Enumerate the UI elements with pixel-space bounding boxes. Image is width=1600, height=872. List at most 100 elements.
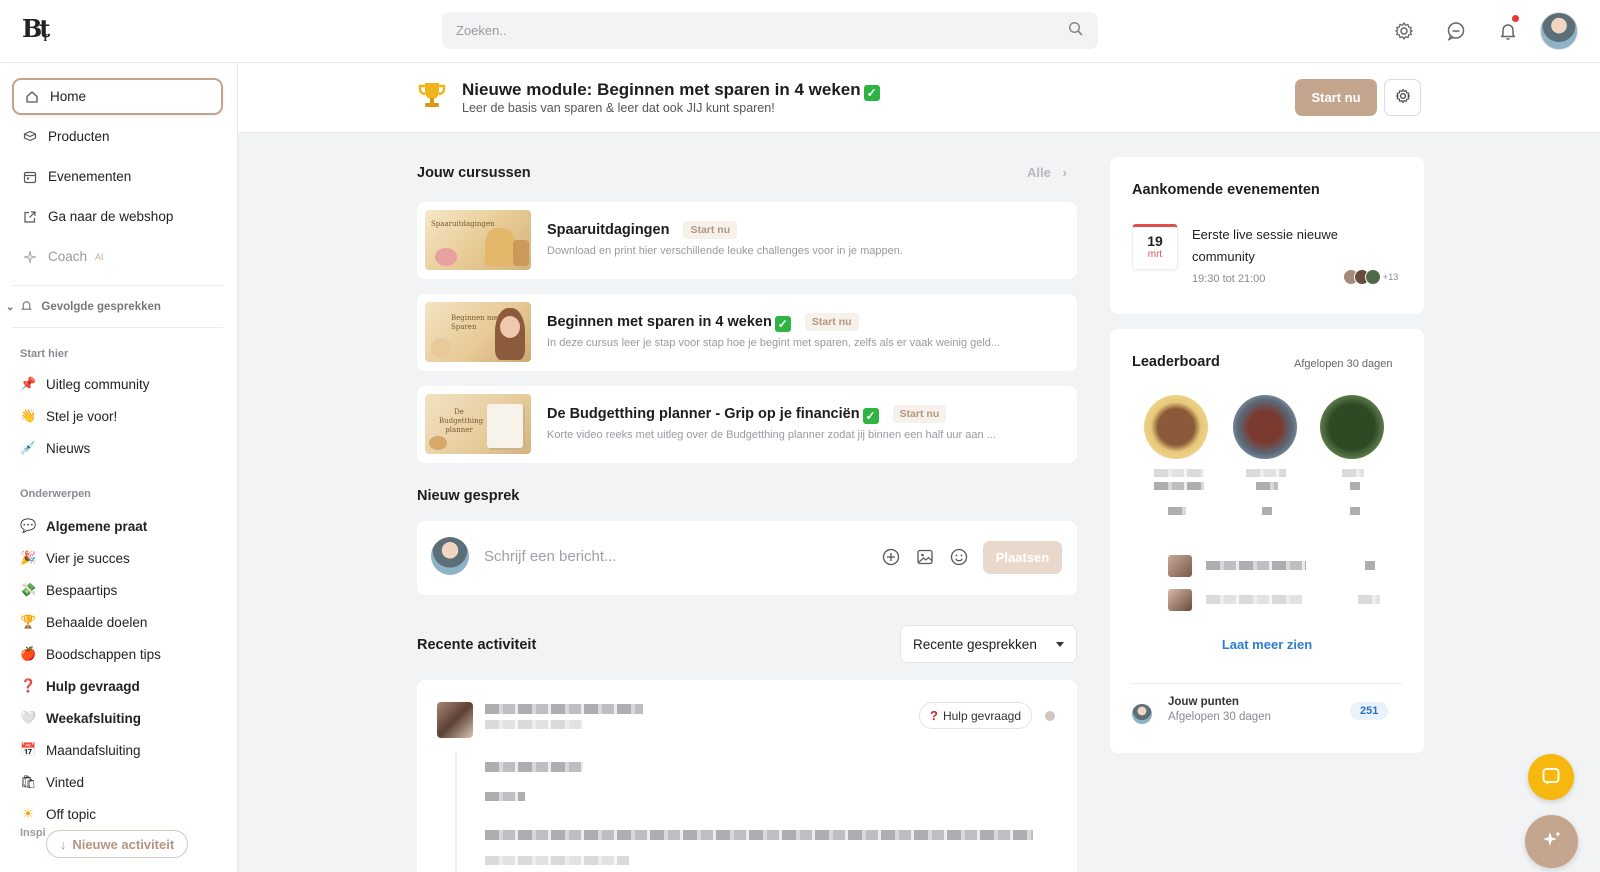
post-composer: Schrijf een bericht... Plaatsen	[417, 521, 1077, 595]
section-topics: Onderwerpen	[20, 488, 91, 500]
channel-label: Maandafsluiting	[46, 742, 141, 758]
post-status-dot	[1045, 711, 1055, 721]
channel-maandafsluiting[interactable]: 📅 Maandafsluiting	[20, 742, 141, 758]
event-title[interactable]: Eerste live sessie nieuwe community	[1192, 224, 1392, 268]
event-day: 19	[1147, 233, 1163, 249]
top-bar: Bt T	[0, 0, 1600, 63]
start-badge[interactable]: Start nu	[892, 405, 947, 423]
channel-weekafsluiting[interactable]: 🤍 Weekafsluiting	[20, 710, 141, 726]
leader-name	[1246, 469, 1286, 477]
thumbnail-text: Spaaruitdagingen	[431, 220, 495, 228]
channel-uitleg-community[interactable]: 📌 Uitleg community	[20, 376, 150, 392]
sidebar-item-webshop[interactable]: Ga naar de webshop	[12, 198, 223, 235]
all-courses-link[interactable]: Alle ›	[1027, 165, 1067, 180]
channel-hulp-gevraagd[interactable]: ❓ Hulp gevraagd	[20, 678, 140, 694]
leaderboard-card: Leaderboard Afgelopen 30 dagen Laat meer…	[1110, 329, 1424, 753]
sort-value: Recente gesprekken	[913, 636, 1037, 652]
sidebar-item-producten[interactable]: Producten	[12, 118, 223, 155]
post-button[interactable]: Plaatsen	[983, 541, 1062, 574]
channel-nieuws[interactable]: 💉 Nieuws	[20, 440, 90, 456]
speech-icon: 💬	[20, 518, 37, 533]
post-text	[485, 856, 629, 865]
course-description: Download en print hier verschillende leu…	[547, 245, 903, 257]
course-title: Spaaruitdagingen Start nu	[547, 221, 738, 239]
sidebar-item-label: Producten	[48, 129, 110, 144]
your-points-period: Afgelopen 30 dagen	[1168, 711, 1271, 723]
attendee-avatars: +13	[1343, 269, 1398, 285]
start-now-button[interactable]: Start nu	[1295, 79, 1377, 116]
channel-behaalde-doelen[interactable]: 🏆 Behaalde doelen	[20, 614, 147, 630]
channel-stel-je-voor[interactable]: 👋 Stel je voor!	[20, 408, 117, 424]
leader-avatar-3[interactable]	[1320, 395, 1384, 459]
channel-label: Off topic	[46, 806, 97, 822]
leader-row-name	[1206, 595, 1302, 604]
search-bar[interactable]	[442, 12, 1098, 49]
leader-name	[1342, 469, 1364, 477]
ai-assistant-button[interactable]	[1525, 815, 1578, 868]
course-card[interactable]: Beginnen met Sparen Beginnen met sparen …	[417, 294, 1077, 371]
sidebar-item-home[interactable]: Home	[12, 78, 223, 115]
leader-name	[1154, 469, 1204, 477]
your-points-value: 251	[1350, 702, 1389, 720]
courses-heading: Jouw cursussen	[417, 165, 531, 181]
divider	[12, 285, 223, 286]
post-title	[485, 762, 583, 772]
emoji-icon[interactable]	[950, 548, 968, 566]
search-icon[interactable]	[1068, 21, 1084, 40]
chat-bubble-icon[interactable]	[1444, 19, 1468, 43]
course-card[interactable]: Spaaruitdagingen Spaaruitdagingen Start n…	[417, 202, 1077, 279]
logo[interactable]: Bt T	[22, 14, 58, 48]
sidebar-item-label: Ga naar de webshop	[48, 209, 174, 224]
leader-name	[1256, 482, 1278, 490]
channel-off-topic[interactable]: ☀ Off topic	[20, 806, 96, 822]
course-card[interactable]: De Budgetthing planner De Budgetthing pl…	[417, 386, 1077, 463]
divider	[12, 327, 223, 328]
events-card: Aankomende evenementen 19 mrt Eerste liv…	[1110, 157, 1424, 314]
start-badge[interactable]: Start nu	[683, 221, 738, 239]
event-date: 19 mrt	[1132, 224, 1178, 270]
leader-avatar-1[interactable]	[1144, 395, 1208, 459]
followed-conversations-toggle[interactable]: ⌄ Gevolgde gesprekken	[6, 299, 161, 315]
user-avatar[interactable]	[1540, 12, 1578, 50]
check-icon: ✓	[862, 408, 879, 424]
channel-vier-je-succes[interactable]: 🎉 Vier je succes	[20, 550, 130, 566]
leader-avatar-2[interactable]	[1233, 395, 1297, 459]
bell-icon[interactable]	[1496, 15, 1520, 43]
sidebar-item-coach[interactable]: Coach AI	[12, 238, 223, 275]
show-more-link[interactable]: Laat meer zien	[1110, 637, 1424, 652]
channel-vinted[interactable]: 🛍 Vinted	[20, 774, 84, 790]
activity-post-card[interactable]: ? Hulp gevraagd	[417, 680, 1077, 872]
banner-settings-button[interactable]	[1384, 79, 1421, 116]
home-icon	[24, 89, 40, 105]
user-avatar	[431, 537, 469, 575]
channel-label: Vier je succes	[46, 550, 130, 566]
message-input[interactable]: Schrijf een bericht...	[484, 548, 617, 565]
course-title: Beginnen met sparen in 4 weken ✓ Start nu	[547, 313, 859, 332]
start-badge[interactable]: Start nu	[804, 313, 859, 331]
activity-sort-select[interactable]: Recente gesprekken	[900, 625, 1077, 663]
sidebar-item-label: Evenementen	[48, 169, 132, 184]
calendar-emoji-icon: 📅	[20, 742, 37, 757]
question-mark-icon: ❓	[20, 678, 37, 693]
sidebar-item-evenementen[interactable]: Evenementen	[12, 158, 223, 195]
image-icon[interactable]	[916, 548, 934, 566]
search-input[interactable]	[456, 23, 1068, 38]
channel-bespaartips[interactable]: 💸 Bespaartips	[20, 582, 117, 598]
new-activity-button[interactable]: ↓ Nieuwe activiteit	[46, 830, 188, 858]
add-icon[interactable]	[882, 548, 900, 566]
leader-row-name	[1206, 561, 1306, 570]
channel-boodschappen-tips[interactable]: 🍎 Boodschappen tips	[20, 646, 161, 662]
chat-widget-button[interactable]	[1528, 754, 1574, 800]
settings-gear-icon[interactable]	[1392, 19, 1416, 43]
help-requested-tag[interactable]: ? Hulp gevraagd	[919, 702, 1033, 729]
post-text	[485, 830, 1033, 840]
box-icon	[22, 129, 38, 145]
chevron-right-icon: ›	[1062, 165, 1067, 180]
leader-row-avatar	[1168, 555, 1192, 577]
course-thumbnail: Beginnen met Sparen	[425, 302, 531, 362]
recent-activity-heading: Recente activiteit	[417, 637, 537, 653]
event-time: 19:30 tot 21:00	[1192, 273, 1266, 285]
leader-points	[1262, 507, 1272, 515]
arrow-down-icon: ↓	[59, 836, 67, 852]
channel-algemene-praat[interactable]: 💬 Algemene praat	[20, 518, 147, 534]
